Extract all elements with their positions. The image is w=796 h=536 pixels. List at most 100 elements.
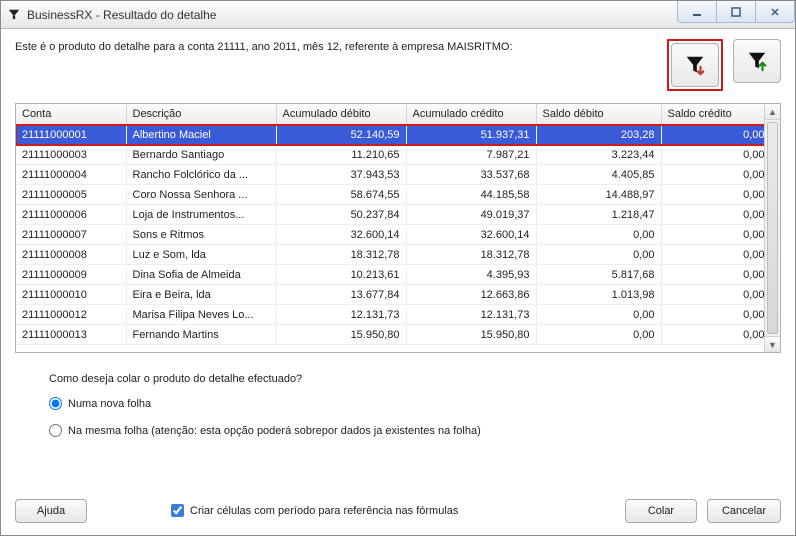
cell-conta[interactable]: 21111000007 xyxy=(16,225,126,245)
cell-sc[interactable]: 0,00 xyxy=(661,305,764,325)
table-row[interactable]: 21111000010Eira e Beira, lda13.677,8412.… xyxy=(16,285,764,305)
scroll-up-arrow[interactable]: ▲ xyxy=(765,104,780,120)
cell-sd[interactable]: 1.218,47 xyxy=(536,205,661,225)
table-row[interactable]: 21111000005Coro Nossa Senhora ...58.674,… xyxy=(16,185,764,205)
col-acum-credito[interactable]: Acumulado crédito xyxy=(406,104,536,125)
cell-sd[interactable]: 14.488,97 xyxy=(536,185,661,205)
period-cells-checkbox[interactable]: Criar células com período para referênci… xyxy=(171,504,458,517)
cell-conta[interactable]: 21111000010 xyxy=(16,285,126,305)
cell-ac[interactable]: 18.312,78 xyxy=(406,245,536,265)
scroll-down-arrow[interactable]: ▼ xyxy=(765,336,780,352)
col-conta[interactable]: Conta xyxy=(16,104,126,125)
radio-same-sheet-input[interactable] xyxy=(49,424,62,437)
cell-desc[interactable]: Eira e Beira, lda xyxy=(126,285,276,305)
cell-ac[interactable]: 7.987,21 xyxy=(406,145,536,165)
cell-desc[interactable]: Luz e Som, lda xyxy=(126,245,276,265)
minimize-button[interactable] xyxy=(677,1,717,23)
cell-conta[interactable]: 21111000004 xyxy=(16,165,126,185)
scroll-thumb[interactable] xyxy=(767,122,778,334)
cell-desc[interactable]: Dina Sofia de Almeida xyxy=(126,265,276,285)
table-row[interactable]: 21111000009Dina Sofia de Almeida10.213,6… xyxy=(16,265,764,285)
cancel-button[interactable]: Cancelar xyxy=(707,499,781,523)
cell-ac[interactable]: 32.600,14 xyxy=(406,225,536,245)
cell-ad[interactable]: 13.677,84 xyxy=(276,285,406,305)
cell-ad[interactable]: 11.210,65 xyxy=(276,145,406,165)
cell-sc[interactable]: 0,00 xyxy=(661,125,764,145)
filter-add-button[interactable] xyxy=(733,39,781,83)
cell-sc[interactable]: 0,00 xyxy=(661,185,764,205)
cell-desc[interactable]: Coro Nossa Senhora ... xyxy=(126,185,276,205)
cell-ac[interactable]: 12.131,73 xyxy=(406,305,536,325)
cell-ad[interactable]: 18.312,78 xyxy=(276,245,406,265)
filter-remove-button[interactable] xyxy=(671,43,719,87)
cell-sd[interactable]: 0,00 xyxy=(536,305,661,325)
col-saldo-debito[interactable]: Saldo débito xyxy=(536,104,661,125)
radio-same-sheet[interactable]: Na mesma folha (atenção: esta opção pode… xyxy=(49,424,781,437)
col-saldo-credito[interactable]: Saldo crédito xyxy=(661,104,764,125)
cell-sc[interactable]: 0,00 xyxy=(661,285,764,305)
cell-ac[interactable]: 4.395,93 xyxy=(406,265,536,285)
table-row[interactable]: 21111000008Luz e Som, lda18.312,7818.312… xyxy=(16,245,764,265)
cell-conta[interactable]: 21111000003 xyxy=(16,145,126,165)
cell-sd[interactable]: 0,00 xyxy=(536,325,661,345)
radio-new-sheet[interactable]: Numa nova folha xyxy=(49,397,781,410)
table-header-row[interactable]: Conta Descrição Acumulado débito Acumula… xyxy=(16,104,764,125)
cell-desc[interactable]: Marisa Filipa Neves Lo... xyxy=(126,305,276,325)
cell-conta[interactable]: 21111000008 xyxy=(16,245,126,265)
cell-ac[interactable]: 51.937,31 xyxy=(406,125,536,145)
cell-conta[interactable]: 21111000001 xyxy=(16,125,126,145)
cell-sc[interactable]: 0,00 xyxy=(661,225,764,245)
cell-sc[interactable]: 0,00 xyxy=(661,325,764,345)
vertical-scrollbar[interactable]: ▲ ▼ xyxy=(764,104,780,352)
maximize-button[interactable] xyxy=(716,1,756,23)
cell-sd[interactable]: 0,00 xyxy=(536,245,661,265)
paste-button[interactable]: Colar xyxy=(625,499,697,523)
cell-sc[interactable]: 0,00 xyxy=(661,165,764,185)
cell-conta[interactable]: 21111000009 xyxy=(16,265,126,285)
cell-desc[interactable]: Fernando Martins xyxy=(126,325,276,345)
cell-conta[interactable]: 21111000013 xyxy=(16,325,126,345)
cell-sd[interactable]: 3.223,44 xyxy=(536,145,661,165)
cell-ac[interactable]: 44.185,58 xyxy=(406,185,536,205)
cell-sd[interactable]: 1.013,98 xyxy=(536,285,661,305)
table-row[interactable]: 21111000007Sons e Ritmos32.600,1432.600,… xyxy=(16,225,764,245)
cell-ad[interactable]: 58.674,55 xyxy=(276,185,406,205)
cell-desc[interactable]: Bernardo Santiago xyxy=(126,145,276,165)
table-row[interactable]: 21111000004Rancho Folclórico da ...37.94… xyxy=(16,165,764,185)
scroll-track[interactable] xyxy=(765,120,780,336)
cell-ad[interactable]: 52.140,59 xyxy=(276,125,406,145)
cell-ad[interactable]: 32.600,14 xyxy=(276,225,406,245)
cell-ac[interactable]: 15.950,80 xyxy=(406,325,536,345)
cell-ac[interactable]: 33.537,68 xyxy=(406,165,536,185)
cell-desc[interactable]: Albertino Maciel xyxy=(126,125,276,145)
cell-ad[interactable]: 37.943,53 xyxy=(276,165,406,185)
cell-ac[interactable]: 49.019,37 xyxy=(406,205,536,225)
cell-sc[interactable]: 0,00 xyxy=(661,145,764,165)
period-cells-checkbox-input[interactable] xyxy=(171,504,184,517)
cell-conta[interactable]: 21111000006 xyxy=(16,205,126,225)
cell-desc[interactable]: Rancho Folclórico da ... xyxy=(126,165,276,185)
cell-ad[interactable]: 12.131,73 xyxy=(276,305,406,325)
table-row[interactable]: 21111000012Marisa Filipa Neves Lo...12.1… xyxy=(16,305,764,325)
cell-ac[interactable]: 12.663,86 xyxy=(406,285,536,305)
table-row[interactable]: 21111000001Albertino Maciel52.140,5951.9… xyxy=(16,125,764,145)
cell-conta[interactable]: 21111000005 xyxy=(16,185,126,205)
table-row[interactable]: 21111000013Fernando Martins15.950,8015.9… xyxy=(16,325,764,345)
cell-sd[interactable]: 5.817,68 xyxy=(536,265,661,285)
table-row[interactable]: 21111000006Loja de Instrumentos...50.237… xyxy=(16,205,764,225)
cell-conta[interactable]: 21111000012 xyxy=(16,305,126,325)
cell-desc[interactable]: Sons e Ritmos xyxy=(126,225,276,245)
close-button[interactable] xyxy=(755,1,795,23)
table-row[interactable]: 21111000003Bernardo Santiago11.210,657.9… xyxy=(16,145,764,165)
col-descricao[interactable]: Descrição xyxy=(126,104,276,125)
cell-desc[interactable]: Loja de Instrumentos... xyxy=(126,205,276,225)
cell-sc[interactable]: 0,00 xyxy=(661,265,764,285)
cell-sd[interactable]: 203,28 xyxy=(536,125,661,145)
cell-sd[interactable]: 4.405,85 xyxy=(536,165,661,185)
help-button[interactable]: Ajuda xyxy=(15,499,87,523)
cell-ad[interactable]: 15.950,80 xyxy=(276,325,406,345)
cell-ad[interactable]: 10.213,61 xyxy=(276,265,406,285)
cell-sd[interactable]: 0,00 xyxy=(536,225,661,245)
radio-new-sheet-input[interactable] xyxy=(49,397,62,410)
cell-ad[interactable]: 50.237,84 xyxy=(276,205,406,225)
